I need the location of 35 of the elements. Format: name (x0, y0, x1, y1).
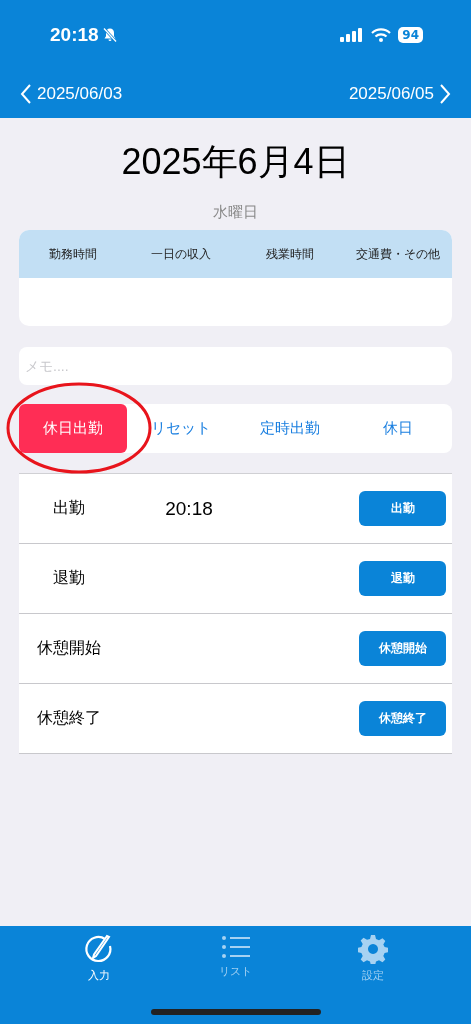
next-date: 2025/06/05 (348, 84, 434, 104)
record-label: 休憩終了 (36, 708, 102, 729)
record-button[interactable]: 退勤 (359, 561, 446, 596)
chevron-right-icon (439, 83, 451, 105)
settings-icon (357, 934, 388, 964)
column-header: 残業時間 (264, 245, 315, 263)
record-time: 20:18 (165, 497, 213, 519)
battery-indicator: 94 (398, 27, 423, 43)
chevron-left-icon (20, 83, 32, 105)
record-button[interactable]: 休憩開始 (359, 631, 446, 666)
record-label: 出勤 (52, 498, 86, 519)
record-label: 休憩開始 (36, 638, 102, 659)
status-time: 20:18 (50, 24, 99, 46)
record-button[interactable]: 出勤 (359, 491, 446, 526)
segment-button[interactable]: 休日出勤 (19, 404, 128, 453)
tab[interactable]: 設定 (337, 934, 408, 983)
record-label: 退勤 (52, 568, 86, 589)
date-title: 2025年6月4日 (120, 140, 351, 184)
tab[interactable]: リスト (200, 934, 271, 983)
record-button[interactable]: 休憩終了 (359, 701, 446, 736)
previous-date: 2025/06/03 (37, 84, 123, 104)
segment-button[interactable]: リセット (127, 404, 236, 453)
previous-day-link[interactable]: 2025/06/03 (20, 83, 123, 105)
segment-button[interactable]: 休日 (343, 404, 452, 453)
segment-button[interactable]: 定時出勤 (235, 404, 344, 453)
signal-icon (340, 28, 365, 42)
column-header: 勤務時間 (48, 245, 99, 263)
next-day-link[interactable]: 2025/06/05 (348, 83, 451, 105)
tab[interactable]: 入力 (63, 934, 134, 983)
column-header: 一日の収入 (150, 245, 213, 263)
column-header: 交通費・その他 (354, 245, 441, 263)
wifi-icon (371, 28, 392, 42)
weekday: 水曜日 (212, 203, 259, 222)
list-icon (220, 934, 251, 960)
bell-slash-icon (101, 27, 118, 43)
